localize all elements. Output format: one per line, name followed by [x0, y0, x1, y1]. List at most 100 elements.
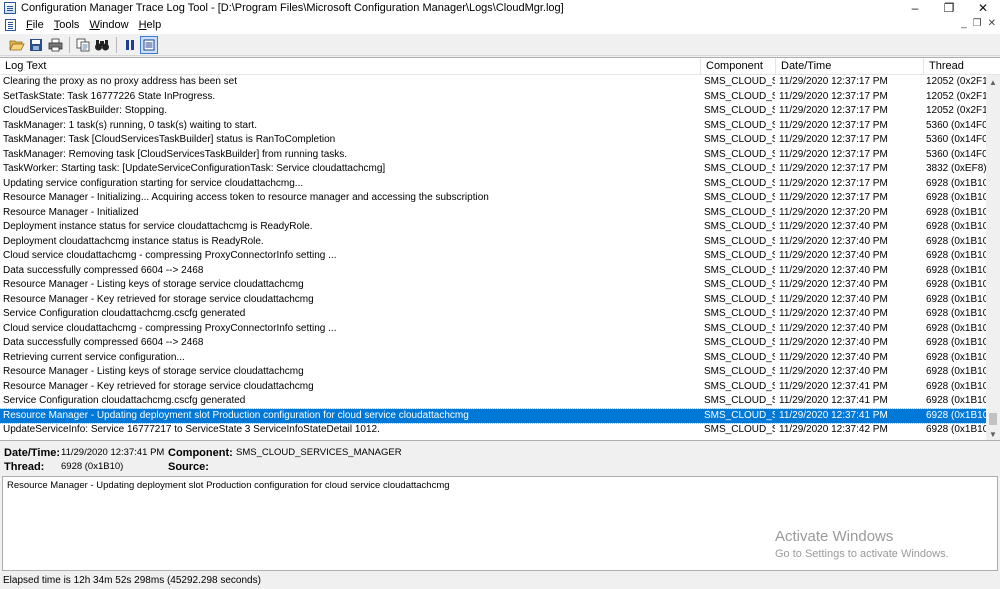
find-icon — [95, 39, 109, 50]
component-cell: SMS_CLOUD_SER — [704, 235, 775, 247]
component-cell: SMS_CLOUD_SER — [704, 264, 775, 276]
menu-file-accel: F — [26, 19, 33, 31]
component-cell: SMS_CLOUD_SER — [704, 322, 775, 334]
table-row[interactable]: Resource Manager - Listing keys of stora… — [0, 365, 986, 380]
vertical-scrollbar[interactable]: ▲ ▼ — [986, 75, 1000, 440]
component-cell: SMS_CLOUD_SER — [704, 192, 775, 203]
component-cell: SMS_CLOUD_SER — [704, 177, 775, 189]
menu-window[interactable]: Window — [84, 19, 133, 31]
log-text-cell: Resource Manager - Listing keys of stora… — [3, 366, 304, 377]
activation-watermark-title: Activate Windows — [775, 528, 894, 545]
table-row[interactable]: Data successfully compressed 6604 --> 24… — [0, 264, 986, 279]
menu-tools-label: ools — [59, 19, 80, 31]
minimize-button[interactable]: – — [898, 0, 932, 16]
print-icon — [48, 38, 62, 51]
maximize-button[interactable]: ❐ — [932, 0, 966, 16]
source-label: Source: — [168, 461, 209, 473]
status-bar: Elapsed time is 12h 34m 52s 298ms (45292… — [0, 572, 1000, 589]
table-row[interactable]: Service Configuration cloudattachcmg.csc… — [0, 307, 986, 322]
component-cell: SMS_CLOUD_SER — [704, 424, 775, 435]
table-row[interactable]: Resource Manager - Key retrieved for sto… — [0, 380, 986, 395]
table-row[interactable]: Cloud service cloudattachcmg - compressi… — [0, 322, 986, 337]
pause-button[interactable] — [121, 36, 139, 54]
log-text-cell: Deployment instance status for service c… — [3, 221, 313, 232]
thread-cell: 5360 (0x14F0) — [926, 148, 986, 160]
table-row[interactable]: Retrieving current service configuration… — [0, 351, 986, 366]
datetime-cell: 11/29/2020 12:37:40 PM — [779, 279, 888, 290]
datetime-cell: 11/29/2020 12:37:42 PM — [779, 424, 888, 435]
mdi-controls: _ ❐ ✕ — [961, 18, 996, 29]
find-button[interactable] — [93, 36, 111, 54]
scroll-thumb[interactable] — [989, 413, 997, 425]
table-row[interactable]: Resource Manager - Listing keys of stora… — [0, 278, 986, 293]
mdi-minimize-button[interactable]: _ — [961, 18, 967, 29]
table-row[interactable]: Clearing the proxy as no proxy address h… — [0, 75, 986, 90]
table-row[interactable]: Resource Manager - Initialized SMS_CLOUD_… — [0, 206, 986, 221]
save-button[interactable] — [27, 36, 45, 54]
open-button[interactable] — [8, 36, 26, 54]
menu-tools[interactable]: Tools — [49, 19, 85, 31]
scroll-up-icon[interactable]: ▲ — [986, 75, 1000, 89]
component-cell: SMS_CLOUD_SER — [704, 337, 775, 348]
datetime-cell: 11/29/2020 12:37:41 PM — [779, 395, 888, 406]
thread-cell: 6928 (0x1B10) — [926, 395, 986, 406]
mdi-restore-button[interactable]: ❐ — [973, 18, 982, 29]
table-row[interactable]: CloudServicesTaskBuilder: Stopping. SMS_C… — [0, 104, 986, 119]
print-button[interactable] — [46, 36, 64, 54]
datetime-cell: 11/29/2020 12:37:17 PM — [779, 177, 888, 189]
column-header-log-text[interactable]: Log Text — [0, 58, 701, 75]
toolbar-separator — [69, 36, 70, 53]
table-row[interactable]: Data successfully compressed 6604 --> 24… — [0, 336, 986, 351]
thread-cell: 6928 (0x1B10) — [926, 380, 986, 392]
menu-help-label: elp — [146, 19, 162, 31]
log-text-cell: Retrieving current service configuration… — [3, 351, 185, 363]
table-row[interactable]: TaskManager: Task [CloudServicesTaskBuil… — [0, 133, 986, 148]
log-text-cell: UpdateServiceInfo: Service 16777217 to S… — [3, 424, 380, 435]
datetime-cell: 11/29/2020 12:37:41 PM — [779, 409, 888, 421]
table-row[interactable]: TaskManager: Removing task [CloudService… — [0, 148, 986, 163]
save-icon — [30, 38, 42, 51]
close-button[interactable]: ✕ — [966, 0, 1000, 16]
table-row[interactable]: Deployment cloudattachcmg instance statu… — [0, 235, 986, 250]
component-cell: SMS_CLOUD_SER — [704, 206, 775, 218]
menu-file[interactable]: File — [21, 19, 49, 31]
component-cell: SMS_CLOUD_SER — [704, 351, 775, 363]
log-text-cell: TaskWorker: Starting task: [UpdateServic… — [3, 163, 386, 174]
component-cell: SMS_CLOUD_SER — [704, 395, 775, 406]
document-icon[interactable] — [5, 19, 16, 31]
mdi-close-button[interactable]: ✕ — [988, 18, 996, 29]
thread-cell: 6928 (0x1B10) — [926, 351, 986, 363]
table-row[interactable]: TaskManager: 1 task(s) running, 0 task(s… — [0, 119, 986, 134]
highlight-button[interactable] — [140, 35, 158, 54]
log-list[interactable]: Log Text Component Date/Time Thread Clea… — [0, 57, 1000, 441]
datetime-cell: 11/29/2020 12:37:40 PM — [779, 322, 888, 334]
window-controls: – ❐ ✕ — [898, 0, 1000, 16]
table-row[interactable]: Service Configuration cloudattachcmg.csc… — [0, 394, 986, 409]
column-header-thread[interactable]: Thread — [924, 58, 1000, 75]
datetime-value: 11/29/2020 12:37:41 PM — [61, 447, 165, 458]
menu-help[interactable]: Help — [134, 19, 167, 31]
log-text-cell: Clearing the proxy as no proxy address h… — [3, 76, 238, 87]
component-value: SMS_CLOUD_SERVICES_MANAGER — [236, 447, 402, 458]
table-row[interactable]: UpdateServiceInfo: Service 16777217 to S… — [0, 423, 986, 438]
menu-bar: File Tools Window Help _ ❐ ✕ — [0, 16, 1000, 34]
table-row[interactable]: Deployment instance status for service c… — [0, 220, 986, 235]
table-row[interactable]: SetTaskState: Task 16777226 State InProg… — [0, 90, 986, 105]
table-row[interactable]: TaskWorker: Starting task: [UpdateServic… — [0, 162, 986, 177]
scroll-down-icon[interactable]: ▼ — [986, 427, 1000, 440]
thread-cell: 6928 (0x1B10) — [926, 279, 986, 290]
thread-cell: 6928 (0x1B10) — [926, 192, 986, 203]
column-header-datetime[interactable]: Date/Time — [776, 58, 924, 75]
datetime-cell: 11/29/2020 12:37:17 PM — [779, 163, 888, 174]
datetime-cell: 11/29/2020 12:37:40 PM — [779, 308, 888, 319]
component-cell: SMS_CLOUD_SER — [704, 163, 775, 174]
table-row[interactable]: Resource Manager - Initializing... Acqui… — [0, 191, 986, 206]
table-row[interactable]: Updating service configuration starting … — [0, 177, 986, 192]
log-text-cell: Resource Manager - Key retrieved for sto… — [3, 380, 314, 392]
copy-button[interactable] — [74, 36, 92, 54]
thread-cell: 6928 (0x1B10) — [926, 322, 986, 334]
table-row[interactable]: Cloud service cloudattachcmg - compressi… — [0, 249, 986, 264]
column-header-component[interactable]: Component — [701, 58, 776, 75]
table-row[interactable]: Resource Manager - Key retrieved for sto… — [0, 293, 986, 308]
table-row-selected[interactable]: Resource Manager - Updating deployment s… — [0, 407, 987, 424]
